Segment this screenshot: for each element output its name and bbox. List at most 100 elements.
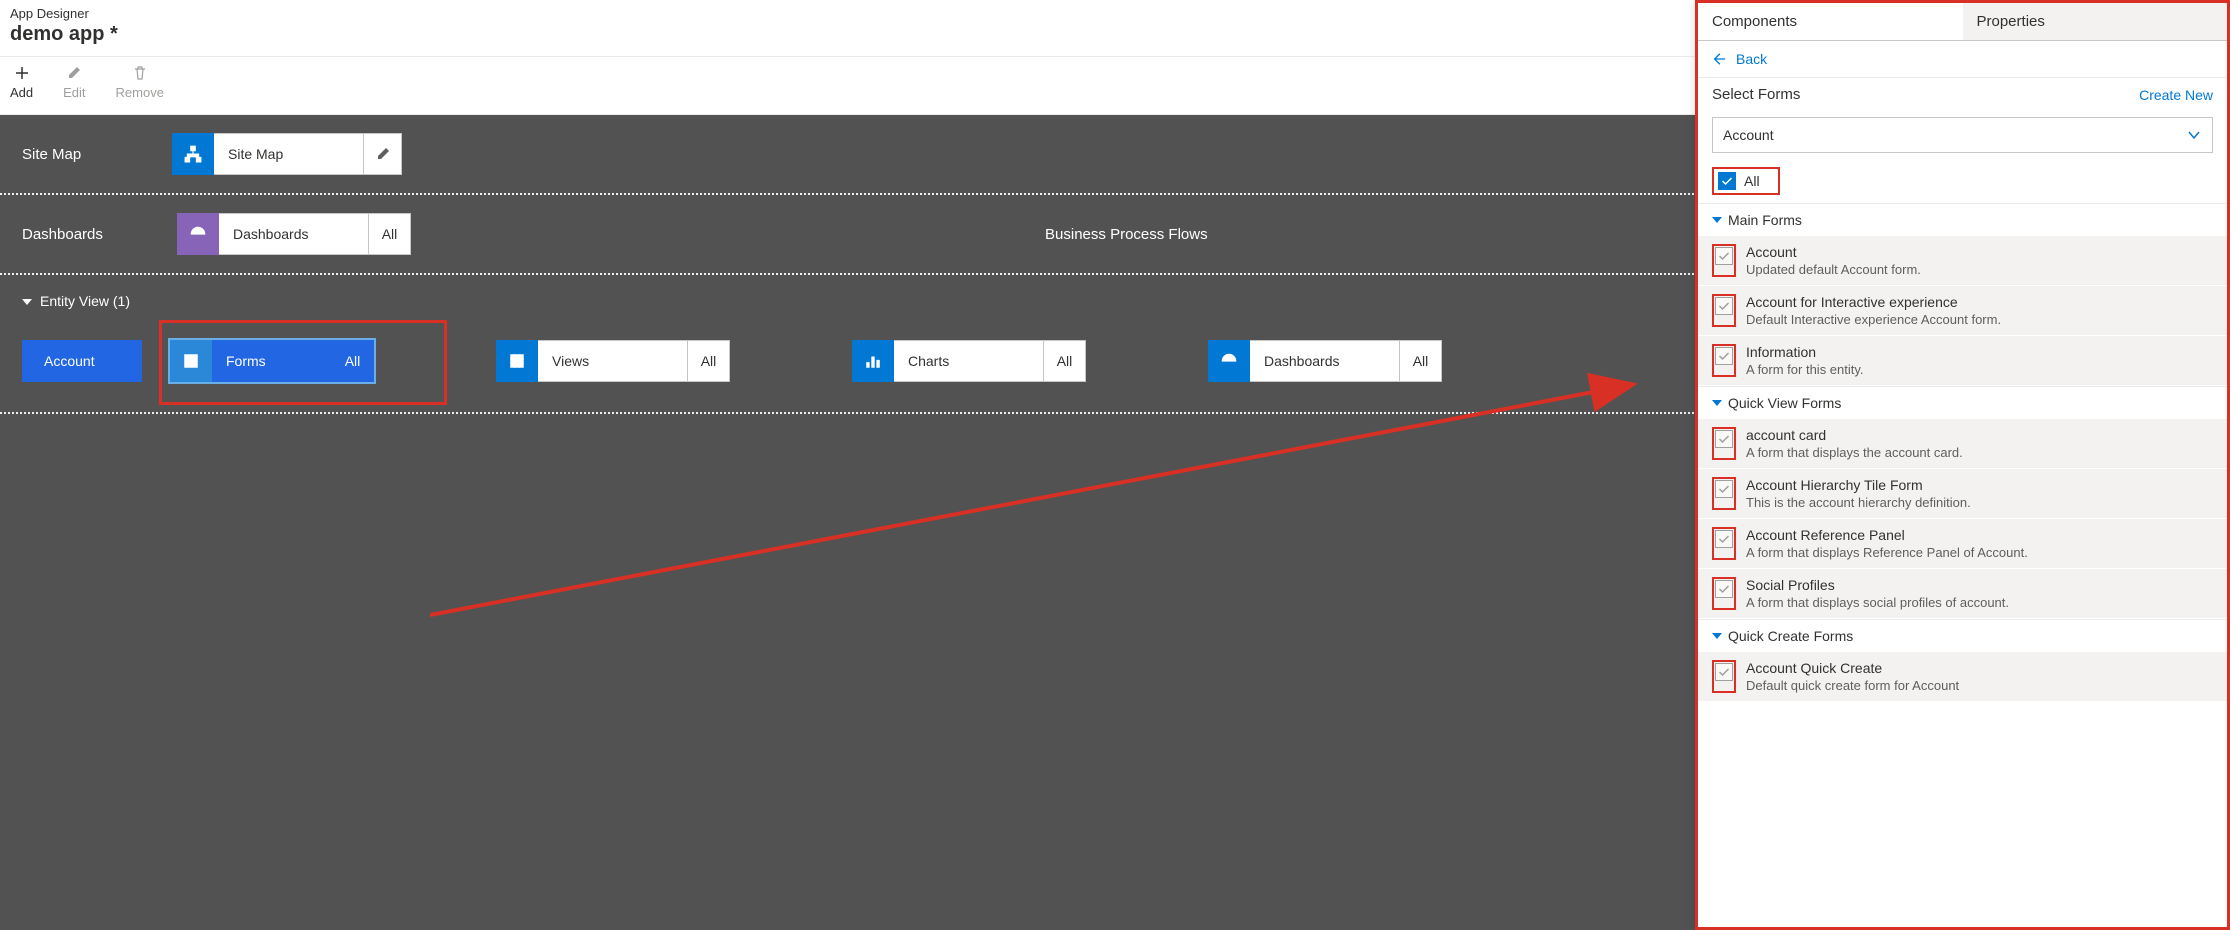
- chart-icon: [852, 340, 894, 382]
- tab-properties[interactable]: Properties: [1963, 3, 2228, 40]
- form-desc: A form for this entity.: [1746, 362, 2213, 377]
- entity-dashboards-badge: All: [1400, 340, 1442, 382]
- charts-tile-label: Charts: [894, 340, 1044, 382]
- views-tile-label: Views: [538, 340, 688, 382]
- form-desc: Updated default Account form.: [1746, 262, 2213, 277]
- grid-icon: [496, 340, 538, 382]
- arrow-left-icon: [1712, 52, 1726, 66]
- add-label: Add: [10, 85, 33, 100]
- form-title: Account Hierarchy Tile Form: [1746, 477, 2213, 493]
- form-desc: This is the account hierarchy definition…: [1746, 495, 2213, 510]
- annotation-box: [1712, 660, 1736, 693]
- entity-view-label[interactable]: Entity View (1): [22, 293, 132, 310]
- gauge-icon: [177, 213, 219, 255]
- add-button[interactable]: Add: [10, 65, 33, 100]
- annotation-box: [1712, 344, 1736, 377]
- form-desc: A form that displays the account card.: [1746, 445, 2213, 460]
- check-icon: [1718, 483, 1730, 495]
- all-label: All: [1744, 173, 1760, 189]
- sitemap-section-label: Site Map: [22, 146, 132, 163]
- remove-label: Remove: [116, 85, 164, 100]
- trash-icon: [132, 65, 148, 81]
- pencil-icon: [66, 65, 82, 81]
- check-icon: [1718, 433, 1730, 445]
- sitemap-tile[interactable]: Site Map: [172, 133, 402, 175]
- entity-select[interactable]: Account: [1712, 117, 2213, 153]
- forms-tile[interactable]: Forms All: [170, 340, 374, 382]
- check-icon: [1718, 583, 1730, 595]
- back-label: Back: [1736, 51, 1767, 67]
- form-checkbox[interactable]: [1715, 530, 1733, 548]
- quick-view-forms-group[interactable]: Quick View Forms: [1698, 386, 2227, 419]
- edit-label: Edit: [63, 85, 85, 100]
- form-title: Social Profiles: [1746, 577, 2213, 593]
- charts-badge: All: [1044, 340, 1086, 382]
- form-list-item[interactable]: Social Profiles A form that displays soci…: [1698, 569, 2227, 619]
- form-desc: Default quick create form for Account: [1746, 678, 2213, 693]
- form-list-item[interactable]: Account Quick CreateDefault quick create…: [1698, 652, 2227, 702]
- views-tile[interactable]: Views All: [496, 340, 730, 382]
- form-list-item[interactable]: Account Reference PanelA form that displ…: [1698, 519, 2227, 569]
- form-checkbox[interactable]: [1715, 580, 1733, 598]
- check-icon: [1718, 350, 1730, 362]
- quick-view-forms-label: Quick View Forms: [1728, 395, 1841, 411]
- check-icon: [1718, 250, 1730, 262]
- quick-create-forms-label: Quick Create Forms: [1728, 628, 1853, 644]
- form-title: Account for Interactive experience: [1746, 294, 2213, 310]
- entity-account-button[interactable]: Account: [22, 340, 142, 382]
- sitemap-tile-label: Site Map: [214, 133, 364, 175]
- annotation-box: [1712, 577, 1736, 610]
- form-desc: A form that displays Reference Panel of …: [1746, 545, 2213, 560]
- form-checkbox[interactable]: [1715, 663, 1733, 681]
- all-checkbox[interactable]: [1718, 172, 1736, 190]
- quick-create-forms-group[interactable]: Quick Create Forms: [1698, 619, 2227, 652]
- triangle-down-icon: [1712, 217, 1722, 223]
- properties-panel: Components Properties Back Select Forms …: [1695, 0, 2230, 930]
- create-new-link[interactable]: Create New: [2139, 87, 2213, 103]
- remove-button[interactable]: Remove: [116, 65, 164, 100]
- dashboards-tile[interactable]: Dashboards All: [177, 213, 411, 255]
- form-list-item[interactable]: Account for Interactive experienceDefaul…: [1698, 286, 2227, 336]
- charts-tile[interactable]: Charts All: [852, 340, 1086, 382]
- annotation-box: [1712, 477, 1736, 510]
- back-button[interactable]: Back: [1698, 41, 2227, 77]
- gauge-icon: [1208, 340, 1250, 382]
- plus-icon: [14, 65, 30, 81]
- form-desc: A form that displays social profiles of …: [1746, 595, 2213, 610]
- annotation-box: [1712, 294, 1736, 327]
- entity-dashboards-label: Dashboards: [1250, 340, 1400, 382]
- sitemap-edit-icon[interactable]: [364, 133, 402, 175]
- sitemap-icon: [172, 133, 214, 175]
- form-checkbox[interactable]: [1715, 347, 1733, 365]
- form-list-item[interactable]: Account Updated default Account form.: [1698, 236, 2227, 286]
- form-icon: [170, 340, 212, 382]
- tab-components[interactable]: Components: [1698, 3, 1963, 40]
- form-checkbox[interactable]: [1715, 480, 1733, 498]
- triangle-down-icon: [1712, 400, 1722, 406]
- annotation-box: [1712, 244, 1736, 277]
- form-list-item[interactable]: Account Hierarchy Tile Form This is the a…: [1698, 469, 2227, 519]
- form-title: Information: [1746, 344, 2213, 360]
- check-icon: [1718, 300, 1730, 312]
- entity-select-value: Account: [1723, 127, 1774, 143]
- form-checkbox[interactable]: [1715, 247, 1733, 265]
- panel-tabs: Components Properties: [1698, 3, 2227, 41]
- form-list-item[interactable]: Information A form for this entity.: [1698, 336, 2227, 386]
- form-list-item[interactable]: account cardA form that displays the acc…: [1698, 419, 2227, 469]
- chevron-down-icon: [2186, 127, 2202, 143]
- form-checkbox[interactable]: [1715, 297, 1733, 315]
- form-title: Account: [1746, 244, 2213, 260]
- app-title: demo app *: [10, 23, 118, 46]
- forms-tile-label: Forms: [212, 340, 332, 382]
- main-forms-group[interactable]: Main Forms: [1698, 203, 2227, 236]
- annotation-box: [1712, 427, 1736, 460]
- check-icon: [1721, 175, 1733, 187]
- dashboards-badge: All: [369, 213, 411, 255]
- edit-button[interactable]: Edit: [63, 65, 85, 100]
- bpf-section-label: Business Process Flows: [1045, 226, 1305, 243]
- app-designer-label: App Designer: [10, 6, 118, 21]
- forms-badge: All: [332, 340, 374, 382]
- annotation-box: [1712, 527, 1736, 560]
- entity-dashboards-tile[interactable]: Dashboards All: [1208, 340, 1442, 382]
- form-checkbox[interactable]: [1715, 430, 1733, 448]
